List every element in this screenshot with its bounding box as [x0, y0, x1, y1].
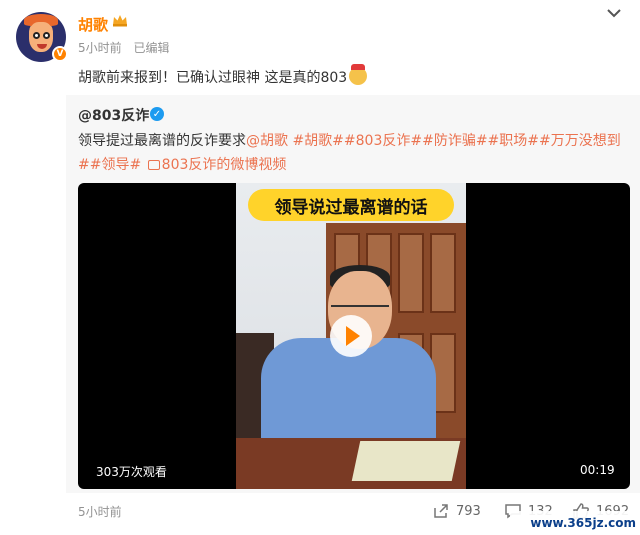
crown-icon: [113, 15, 127, 27]
video-duration: 00:19: [580, 463, 615, 477]
repost-card: @803反诈 ✓ 领导提过最离谱的反诈要求@胡歌 #胡歌##803反诈##防诈骗…: [66, 95, 640, 493]
watermark: www.365jz.com: [510, 511, 640, 535]
video-caption-banner: 领导说过最离谱的话: [248, 189, 454, 221]
post-meta: 5小时前 已编辑: [78, 39, 177, 56]
repost-text-plain: 领导提过最离谱的反诈要求: [78, 133, 246, 149]
share-count: 793: [456, 503, 481, 519]
video-link[interactable]: 803反诈的微博视频: [162, 157, 287, 173]
verified-check-icon: ✓: [150, 107, 164, 121]
weibo-post: V 胡歌 5小时前 已编辑 胡歌前来报到！已确认过眼神 这是真的803 @803…: [0, 0, 640, 535]
post-text: 胡歌前来报到！已确认过眼神 这是真的803: [78, 64, 368, 87]
post-text-content: 胡歌前来报到！已确认过眼神 这是真的803: [78, 70, 348, 86]
post-time: 5小时前: [78, 41, 122, 55]
emoji-icon: [349, 64, 368, 85]
video-icon: [147, 160, 160, 170]
chevron-down-icon[interactable]: [605, 6, 623, 20]
edited-label[interactable]: 已编辑: [133, 41, 169, 55]
footer-time: 5小时前: [78, 505, 122, 519]
view-count: 303万次观看: [96, 465, 167, 479]
username[interactable]: 胡歌: [78, 14, 108, 35]
share-button[interactable]: 793: [432, 502, 481, 520]
repost-text: 领导提过最离谱的反诈要求@胡歌 #胡歌##803反诈##防诈骗##职场##万万没…: [78, 129, 630, 177]
repost-author[interactable]: @803反诈: [78, 105, 149, 125]
share-icon: [434, 504, 448, 518]
verified-badge-icon: V: [52, 46, 68, 62]
video-player[interactable]: 领导说过最离谱的话 303万次观看 00:19: [78, 183, 630, 489]
play-button[interactable]: [330, 315, 372, 357]
mention-link[interactable]: @胡歌: [246, 133, 288, 149]
